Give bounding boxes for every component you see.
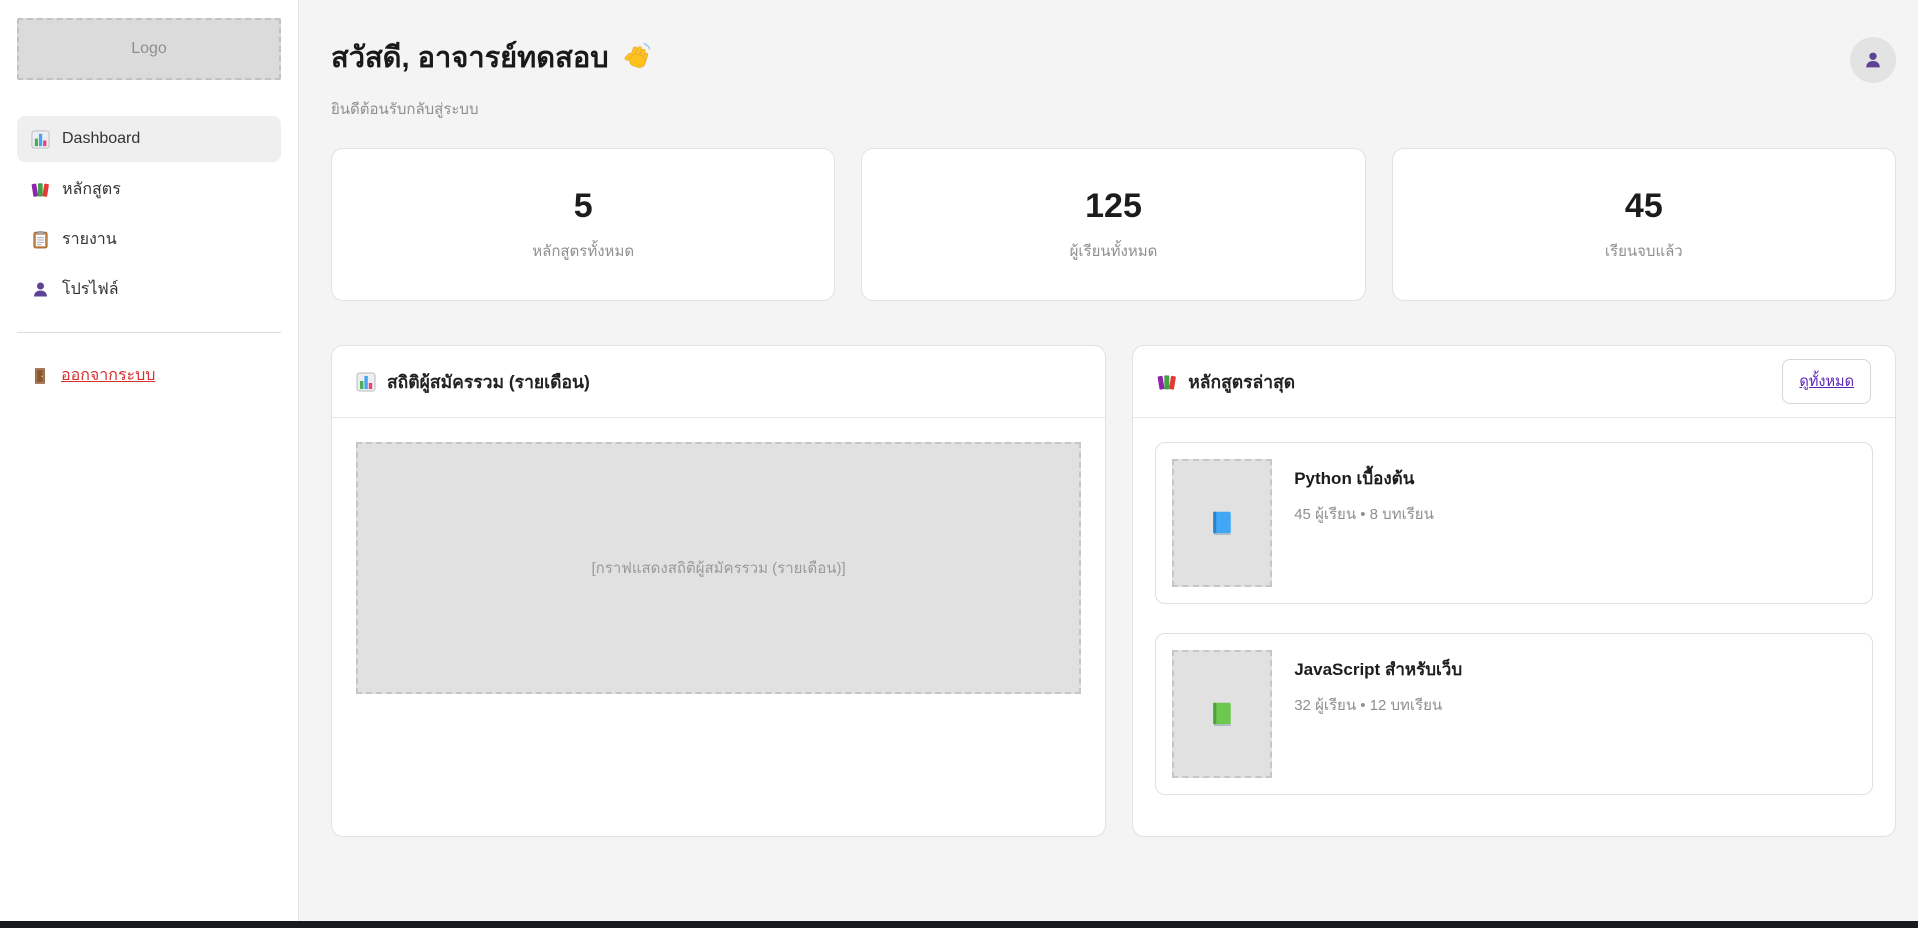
- course-thumbnail: [1172, 459, 1272, 587]
- stat-label: หลักสูตรทั้งหมด: [532, 239, 634, 263]
- stat-card-completed: 45 เรียนจบแล้ว: [1392, 148, 1896, 301]
- stat-label: ผู้เรียนทั้งหมด: [1070, 239, 1158, 263]
- page-subtitle: ยินดีต้อนรับกลับสู่ระบบ: [331, 97, 651, 121]
- course-title: Python เบื้องต้น: [1294, 465, 1434, 492]
- logout-label: ออกจากระบบ: [61, 363, 155, 388]
- course-info: Python เบื้องต้น 45 ผู้เรียน • 8 บทเรียน: [1294, 459, 1434, 587]
- stat-value: 45: [1625, 187, 1663, 226]
- chart-placeholder: [กราฟแสดงสถิติผู้สมัครรวม (รายเดือน)]: [356, 442, 1081, 694]
- page-title: สวัสดี, อาจารย์ทดสอบ: [331, 34, 651, 80]
- view-all-button[interactable]: ดูทั้งหมด: [1782, 359, 1871, 404]
- sidebar-item-label: Dashboard: [62, 130, 140, 148]
- sidebar-item-dashboard[interactable]: Dashboard: [17, 116, 281, 162]
- main-content: สวัสดี, อาจารย์ทดสอบ: [300, 0, 1918, 928]
- course-item-python[interactable]: Python เบื้องต้น 45 ผู้เรียน • 8 บทเรียน: [1155, 442, 1873, 604]
- sidebar-item-reports[interactable]: รายงาน: [17, 216, 281, 262]
- clipboard-icon: [31, 230, 50, 249]
- blue-book-icon: [1207, 508, 1237, 538]
- stat-card-total-learners: 125 ผู้เรียนทั้งหมด: [861, 148, 1365, 301]
- stats-row: 5 หลักสูตรทั้งหมด 125 ผู้เรียนทั้งหมด 45…: [331, 148, 1896, 301]
- bar-chart-icon: [31, 130, 50, 149]
- sidebar-item-label: หลักสูตร: [62, 177, 121, 202]
- sidebar-divider: [17, 332, 281, 333]
- course-title: JavaScript สำหรับเว็บ: [1294, 656, 1462, 683]
- greeting-block: สวัสดี, อาจารย์ทดสอบ: [331, 34, 651, 121]
- sidebar-item-label: โปรไฟล์: [62, 277, 119, 302]
- bottom-edge-bar: [0, 921, 1918, 928]
- green-book-icon: [1207, 699, 1237, 729]
- logout-link[interactable]: ออกจากระบบ: [17, 363, 281, 388]
- waving-hand-icon: [621, 42, 651, 72]
- stat-card-total-courses: 5 หลักสูตรทั้งหมด: [331, 148, 835, 301]
- panels-row: สถิติผู้สมัครรวม (รายเดือน) [กราฟแสดงสถิ…: [331, 345, 1896, 837]
- avatar[interactable]: [1850, 37, 1896, 83]
- sidebar: Logo Dashboard หลักสูตร: [0, 0, 299, 928]
- door-icon: [31, 367, 49, 385]
- stat-value: 5: [574, 187, 593, 226]
- chart-placeholder-text: [กราฟแสดงสถิติผู้สมัครรวม (รายเดือน)]: [591, 556, 845, 580]
- course-list: Python เบื้องต้น 45 ผู้เรียน • 8 บทเรียน: [1133, 418, 1895, 819]
- panel-title: หลักสูตรล่าสุด: [1188, 368, 1771, 396]
- latest-courses-panel: หลักสูตรล่าสุด ดูทั้งหมด: [1132, 345, 1896, 837]
- books-icon: [31, 180, 50, 199]
- sidebar-item-label: รายงาน: [62, 227, 117, 252]
- course-info: JavaScript สำหรับเว็บ 32 ผู้เรียน • 12 บ…: [1294, 650, 1462, 778]
- course-item-javascript[interactable]: JavaScript สำหรับเว็บ 32 ผู้เรียน • 12 บ…: [1155, 633, 1873, 795]
- sidebar-nav: Dashboard หลักสูตร: [17, 116, 281, 312]
- logo-placeholder: Logo: [17, 18, 281, 80]
- panel-title: สถิติผู้สมัครรวม (รายเดือน): [387, 368, 1081, 396]
- panel-header: หลักสูตรล่าสุด ดูทั้งหมด: [1133, 346, 1895, 418]
- bar-chart-icon: [356, 372, 376, 392]
- page-header: สวัสดี, อาจารย์ทดสอบ: [331, 34, 1896, 121]
- course-meta: 32 ผู้เรียน • 12 บทเรียน: [1294, 693, 1462, 717]
- course-meta: 45 ผู้เรียน • 8 บทเรียน: [1294, 502, 1434, 526]
- person-icon: [31, 280, 50, 299]
- sidebar-item-profile[interactable]: โปรไฟล์: [17, 266, 281, 312]
- course-thumbnail: [1172, 650, 1272, 778]
- greeting-text: สวัสดี, อาจารย์ทดสอบ: [331, 34, 609, 80]
- books-icon: [1157, 372, 1177, 392]
- stat-value: 125: [1085, 187, 1142, 226]
- person-icon: [1863, 50, 1883, 70]
- panel-header: สถิติผู้สมัครรวม (รายเดือน): [332, 346, 1105, 418]
- stat-label: เรียนจบแล้ว: [1605, 239, 1683, 263]
- sidebar-item-courses[interactable]: หลักสูตร: [17, 166, 281, 212]
- enrollment-stats-panel: สถิติผู้สมัครรวม (รายเดือน) [กราฟแสดงสถิ…: [331, 345, 1106, 837]
- logo-label: Logo: [131, 40, 167, 58]
